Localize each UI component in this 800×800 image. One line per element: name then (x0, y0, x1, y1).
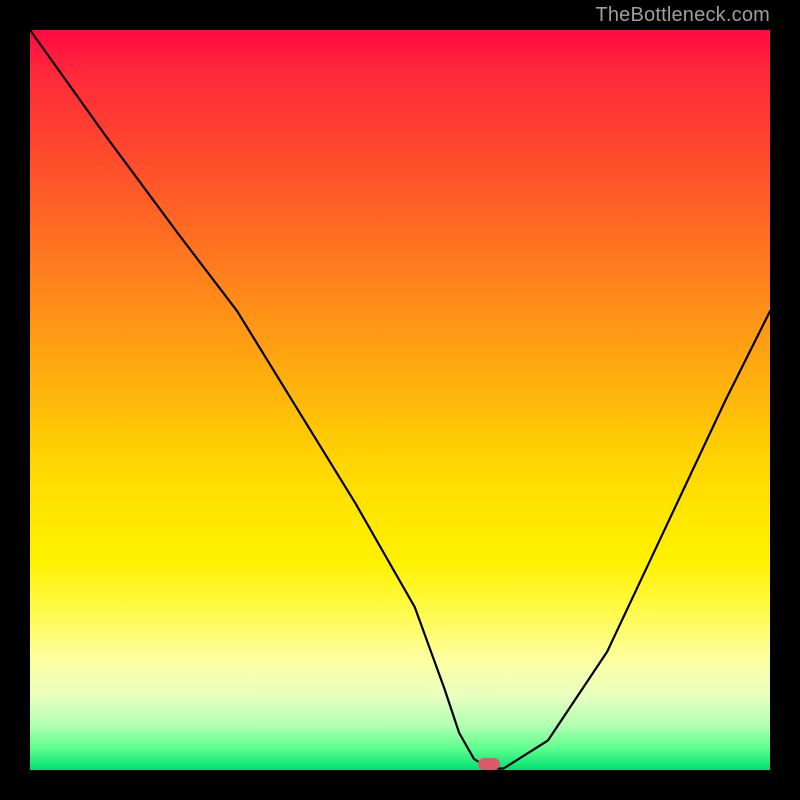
watermark-text: TheBottleneck.com (595, 4, 770, 27)
optimal-marker (478, 758, 500, 770)
bottleneck-curve (30, 30, 770, 770)
chart-container: TheBottleneck.com (0, 0, 800, 800)
plot-area (30, 30, 770, 770)
